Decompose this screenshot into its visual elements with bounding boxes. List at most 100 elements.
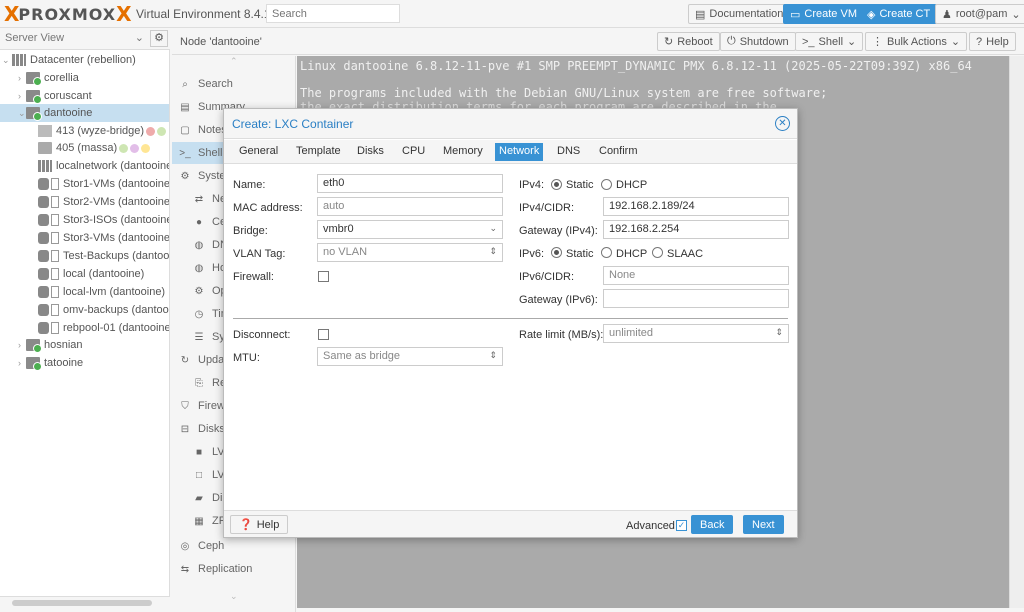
next-button[interactable]: Next (743, 515, 784, 534)
zfs-icon: ▦ (194, 515, 204, 527)
create-ct-button[interactable]: ◈ Create CT (860, 4, 938, 24)
storage-box-icon (51, 178, 59, 190)
disconnect-checkbox[interactable] (318, 329, 329, 340)
gateway-ipv6-field[interactable] (603, 289, 789, 308)
user-menu-button[interactable]: ♟ root@pam ⌄ (935, 4, 1024, 24)
vlan-stepper[interactable]: no VLAN ⇕ (317, 243, 503, 262)
chevron-down-icon[interactable]: ⌄ (230, 591, 238, 602)
rate-limit-stepper[interactable]: unlimited ⇕ (603, 324, 789, 343)
documentation-button[interactable]: ▤ Documentation (688, 4, 791, 24)
lvm-icon: ■ (195, 446, 203, 458)
tree-item-node[interactable]: › tatooine (0, 354, 169, 372)
tree-item-vm[interactable]: 405 (massa) (0, 139, 169, 157)
storage-icon (38, 286, 49, 298)
shell-button[interactable]: >_ Shell ⌄ (795, 32, 864, 51)
ipv4-dhcp-radio[interactable] (601, 179, 612, 190)
network-icon: ⇄ (194, 193, 204, 205)
bulk-actions-button[interactable]: ⋮ Bulk Actions ⌄ (865, 32, 968, 51)
tab-confirm[interactable]: Confirm (595, 143, 642, 161)
ipv4-static-radio[interactable] (551, 179, 562, 190)
storage-box-icon (51, 268, 59, 280)
status-dot (141, 143, 151, 153)
tree-item-storage[interactable]: Stor1-VMs (dantooine) (0, 175, 169, 193)
tree-item-storage[interactable]: Stor3-ISOs (dantooine) (0, 211, 169, 229)
chevron-right-icon: › (18, 91, 21, 101)
reboot-button[interactable]: ↻ Reboot (657, 32, 720, 51)
tree-item-datacenter[interactable]: ⌄ Datacenter (rebellion) (0, 51, 169, 69)
tree-item-node[interactable]: › coruscant (0, 87, 169, 105)
gear-icon[interactable]: ⚙ (150, 30, 168, 47)
chevron-up-icon[interactable]: ⌃ (230, 56, 238, 67)
storage-icon (38, 268, 49, 280)
tab-dns[interactable]: DNS (553, 143, 584, 161)
mtu-stepper[interactable]: Same as bridge ⇕ (317, 347, 503, 366)
ipv6-dhcp-radio[interactable] (601, 247, 612, 258)
firewall-checkbox[interactable] (318, 271, 329, 282)
tree-item-storage[interactable]: rebpool-01 (dantooine) (0, 319, 169, 337)
tree-item-storage[interactable]: Stor3-VMs (dantooine) (0, 229, 169, 247)
ipv6-slaac-radio[interactable] (652, 247, 663, 258)
bridge-select[interactable]: vmbr0 ⌄ (317, 220, 503, 239)
tab-disks[interactable]: Disks (353, 143, 388, 161)
back-button[interactable]: Back (691, 515, 734, 534)
resource-tree-header: Server View ⌄ ⚙ (0, 28, 170, 50)
help-button[interactable]: ❓ Help (230, 515, 289, 534)
tree-horizontal-scrollbar[interactable] (0, 596, 170, 608)
chevron-down-icon: ⌄ (950, 36, 961, 48)
storage-box-icon (51, 232, 59, 244)
ipv6-static-radio[interactable] (551, 247, 562, 258)
tree-item-storage[interactable]: Stor2-VMs (dantooine) (0, 193, 169, 211)
create-vm-button[interactable]: ▭ Create VM (783, 4, 864, 24)
node-header: Node 'dantooine' ↻ Reboot ⏻ Shutdown >_ She… (172, 28, 1024, 55)
node-icon (26, 339, 42, 353)
storage-icon (38, 196, 49, 208)
help-icon: ? (976, 35, 983, 48)
tree-item-node[interactable]: › corellia (0, 69, 169, 87)
help-button[interactable]: ? Help (969, 32, 1016, 51)
tab-memory[interactable]: Memory (439, 143, 487, 161)
logo-x2: X (116, 2, 131, 26)
options-icon: ⚙ (194, 285, 204, 297)
terminal-vertical-scrollbar[interactable] (1009, 56, 1024, 608)
name-field[interactable]: eth0 (317, 174, 503, 193)
tab-general[interactable]: General (235, 143, 282, 161)
dns-icon: ◍ (194, 239, 204, 251)
shutdown-button[interactable]: ⏻ Shutdown (720, 32, 796, 51)
power-icon: ⏻ (727, 35, 736, 47)
advanced-checkbox[interactable]: ✓ (676, 520, 687, 531)
storage-box-icon (51, 286, 59, 298)
summary-icon: ▤ (180, 101, 190, 113)
tab-cpu[interactable]: CPU (398, 143, 429, 161)
gateway-ipv4-field[interactable]: 192.168.2.254 (603, 220, 789, 239)
mac-field[interactable]: auto (317, 197, 503, 216)
menu-item-search[interactable]: ⌕ Search (172, 73, 295, 95)
node-icon (26, 90, 42, 104)
container-icon (38, 125, 52, 137)
directory-icon: ▰ (195, 492, 203, 504)
tree-item-storage[interactable]: local (dantooine) (0, 265, 169, 283)
scrollbar-thumb[interactable] (12, 600, 152, 606)
dialog-title: Create: LXC Container (232, 117, 354, 131)
menu-item-replication[interactable]: ⇆ Replication (172, 558, 295, 580)
global-search-input[interactable] (266, 4, 400, 23)
tree-item-node-selected[interactable]: ⌄ dantooine (0, 104, 169, 122)
tree-item-storage[interactable]: Test-Backups (dantooine) (0, 247, 169, 265)
storage-box-icon (51, 250, 59, 262)
tab-template[interactable]: Template (292, 143, 345, 161)
view-select[interactable]: Server View ⌄ (2, 30, 148, 47)
ipv6-cidr-field[interactable]: None (603, 266, 789, 285)
tree-item-node[interactable]: › hosnian (0, 336, 169, 354)
menu-item-ceph[interactable]: ◎ Ceph (172, 535, 295, 557)
close-icon[interactable]: ✕ (775, 116, 790, 131)
top-bar: X PROXMOX X Virtual Environment 8.4.1 ▤D… (0, 0, 1024, 28)
tab-network[interactable]: Network (495, 143, 544, 161)
version-label: Virtual Environment 8.4.1 (136, 7, 271, 21)
tree-item-container[interactable]: 413 (wyze-bridge) (0, 122, 169, 140)
tree-item-storage[interactable]: local-lvm (dantooine) (0, 283, 169, 301)
ipv4-cidr-field[interactable]: 192.168.2.189/24 (603, 197, 789, 216)
storage-icon (38, 250, 49, 262)
tree-item-storage[interactable]: omv-backups (dantooine) (0, 301, 169, 319)
tree-item-network[interactable]: localnetwork (dantooine) (0, 157, 169, 175)
network-icon (38, 160, 52, 172)
